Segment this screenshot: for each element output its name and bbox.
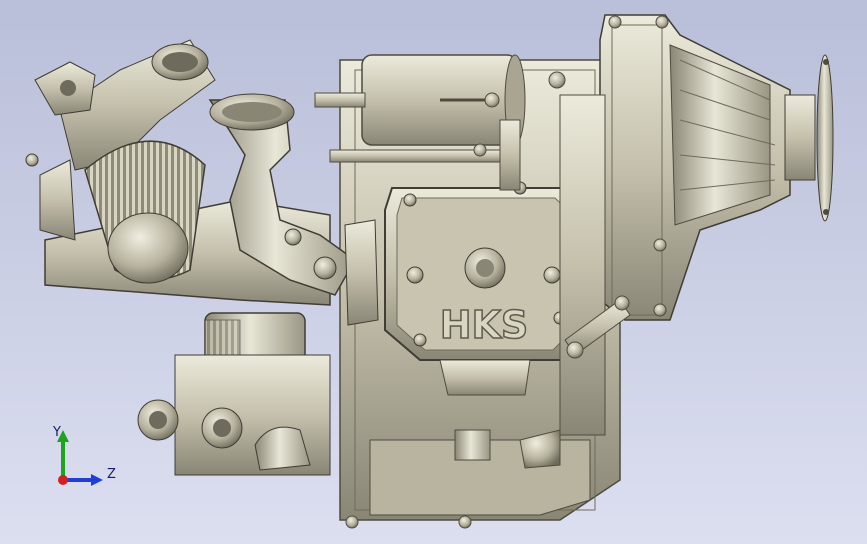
oil-line-fitting-1[interactable]	[137, 399, 179, 441]
x-axis-origin	[58, 475, 68, 485]
z-axis-label: Z	[107, 467, 116, 482]
hks-emboss-text: HKS	[440, 303, 529, 347]
y-axis-label: Y	[52, 425, 61, 440]
oil-line-fitting-2[interactable]	[201, 407, 243, 449]
oil-pan-cover[interactable]: HKS	[384, 181, 591, 361]
cad-viewport[interactable]: HKS Y Z	[0, 0, 867, 544]
z-axis-arrowhead	[91, 474, 103, 486]
output-flange[interactable]	[784, 54, 834, 222]
transmission-housing[interactable]	[599, 14, 791, 321]
axis-triad: Y Z	[52, 425, 116, 486]
engine-model[interactable]: HKS	[0, 0, 867, 544]
oil-filter-housing[interactable]	[174, 354, 331, 476]
